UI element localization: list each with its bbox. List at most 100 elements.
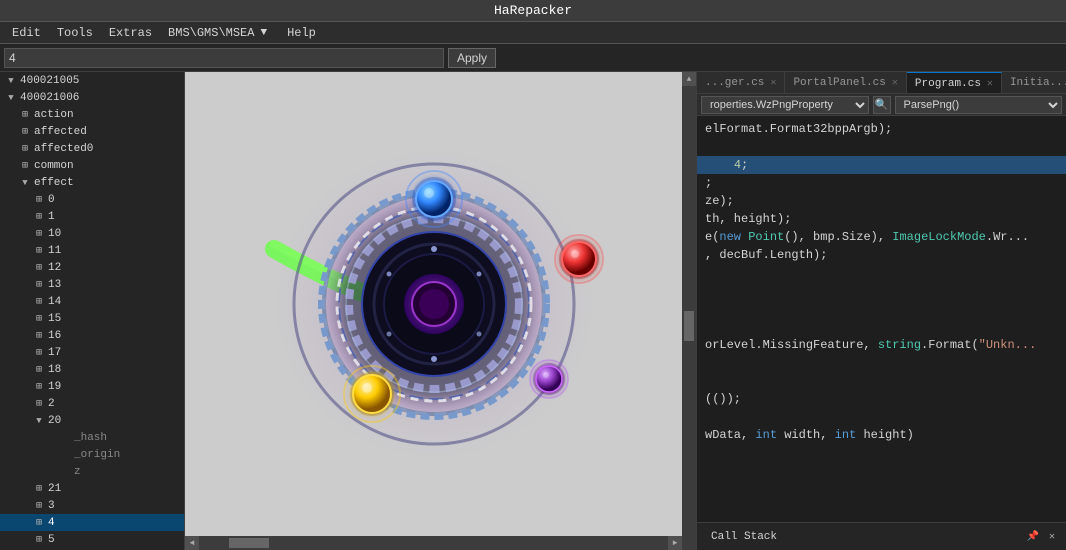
tree-node-_hash[interactable]: _hash — [0, 429, 184, 446]
expander-_origin[interactable] — [46, 448, 60, 462]
expander-affected0[interactable]: ⊞ — [18, 142, 32, 156]
tree-node-z[interactable]: z — [0, 463, 184, 480]
expander-17[interactable]: ⊞ — [32, 346, 46, 360]
tree-label-19: 19 — [48, 381, 61, 393]
expander-10[interactable]: ⊞ — [32, 227, 46, 241]
expander-action[interactable]: ⊞ — [18, 108, 32, 122]
code-line-14 — [697, 372, 1066, 390]
tree-node-21[interactable]: ⊞21 — [0, 480, 184, 497]
tree-node-12[interactable]: ⊞12 — [0, 259, 184, 276]
expander-3[interactable]: ⊞ — [32, 499, 46, 513]
tree-node-13[interactable]: ⊞13 — [0, 276, 184, 293]
pin-button[interactable]: 📌 — [1024, 530, 1042, 544]
tree-node-2[interactable]: ⊞2 — [0, 395, 184, 412]
preview-scrollbar-v[interactable]: ▲ ▼ — [682, 72, 696, 550]
tree-node-1[interactable]: ⊞1 — [0, 208, 184, 225]
menu-edit[interactable]: Edit — [4, 24, 49, 42]
expander-400021006[interactable]: ▼ — [4, 91, 18, 105]
expander-1[interactable]: ⊞ — [32, 210, 46, 224]
tree-node-15[interactable]: ⊞15 — [0, 310, 184, 327]
tree-node-common[interactable]: ⊞common — [0, 157, 184, 174]
tree-label-5: 5 — [48, 534, 55, 546]
scroll-up-btn[interactable]: ▲ — [682, 72, 696, 86]
tree-node-10[interactable]: ⊞10 — [0, 225, 184, 242]
purple-orb — [533, 363, 565, 395]
close-tab-program[interactable]: ✕ — [987, 78, 993, 90]
code-line-17: wData, int width, int height) — [697, 426, 1066, 444]
scroll-thumb-h[interactable] — [229, 538, 269, 548]
bms-dropdown-arrow[interactable]: ▼ — [256, 25, 271, 41]
expander-4[interactable]: ⊞ — [32, 516, 46, 530]
tree-node-18[interactable]: ⊞18 — [0, 361, 184, 378]
tree-label-12: 12 — [48, 262, 61, 274]
expander-common[interactable]: ⊞ — [18, 159, 32, 173]
tree-panel[interactable]: ▼400021005▼400021006⊞action⊞affected⊞aff… — [0, 72, 185, 550]
tree-label-1: 1 — [48, 211, 55, 223]
scroll-thumb-v[interactable] — [684, 311, 694, 341]
expander-0[interactable]: ⊞ — [32, 193, 46, 207]
expander-2[interactable]: ⊞ — [32, 397, 46, 411]
tree-node-5[interactable]: ⊞5 — [0, 531, 184, 548]
method-dropdown[interactable]: ParsePng() — [895, 96, 1063, 114]
tree-node-3[interactable]: ⊞3 — [0, 497, 184, 514]
preview-scrollbar-h[interactable]: ◄ ► — [185, 536, 682, 550]
tree-node-400021005[interactable]: ▼400021005 — [0, 72, 184, 89]
tree-node-4[interactable]: ⊞4 — [0, 514, 184, 531]
code-line-11 — [697, 318, 1066, 336]
tree-label-0: 0 — [48, 194, 55, 206]
expander-14[interactable]: ⊞ — [32, 295, 46, 309]
tab-portal[interactable]: PortalPanel.cs ✕ — [785, 72, 906, 94]
class-dropdown[interactable]: roperties.WzPngProperty — [701, 96, 869, 114]
tree-node-17[interactable]: ⊞17 — [0, 344, 184, 361]
scroll-track-h[interactable] — [199, 536, 668, 550]
menu-bms[interactable]: BMS\GMS\MSEA ▼ — [160, 23, 279, 43]
scroll-track-v[interactable] — [682, 86, 696, 536]
expander-20[interactable]: ▼ — [32, 414, 46, 428]
expander-400021005[interactable]: ▼ — [4, 74, 18, 88]
preview-panel: ▲ ▼ ◄ ► — [185, 72, 696, 550]
expander-5[interactable]: ⊞ — [32, 533, 46, 547]
expander-11[interactable]: ⊞ — [32, 244, 46, 258]
scroll-right-btn[interactable]: ► — [668, 536, 682, 550]
tree-node-effect[interactable]: ▼effect — [0, 174, 184, 191]
tab-ger[interactable]: ...ger.cs ✕ — [697, 72, 785, 94]
close-tab-ger[interactable]: ✕ — [770, 77, 776, 89]
tree-label-16: 16 — [48, 330, 61, 342]
expander-13[interactable]: ⊞ — [32, 278, 46, 292]
expander-affected[interactable]: ⊞ — [18, 125, 32, 139]
expander-21[interactable]: ⊞ — [32, 482, 46, 496]
tree-node-20[interactable]: ▼20 — [0, 412, 184, 429]
tree-node-400021006[interactable]: ▼400021006 — [0, 89, 184, 106]
scroll-left-btn[interactable]: ◄ — [185, 536, 199, 550]
tree-label-affected0: affected0 — [34, 143, 93, 155]
expander-_hash[interactable] — [46, 431, 60, 445]
expander-effect[interactable]: ▼ — [18, 176, 32, 190]
tree-node-0[interactable]: ⊞0 — [0, 191, 184, 208]
expander-z[interactable] — [46, 465, 60, 479]
tree-node-_origin[interactable]: _origin — [0, 446, 184, 463]
tab-initia[interactable]: Initia... — [1002, 72, 1066, 94]
close-tab-portal[interactable]: ✕ — [892, 77, 898, 89]
expander-15[interactable]: ⊞ — [32, 312, 46, 326]
menu-help[interactable]: Help — [279, 24, 324, 42]
tree-node-14[interactable]: ⊞14 — [0, 293, 184, 310]
menu-extras[interactable]: Extras — [101, 24, 160, 42]
expander-16[interactable]: ⊞ — [32, 329, 46, 343]
number-input[interactable] — [4, 48, 444, 68]
expander-19[interactable]: ⊞ — [32, 380, 46, 394]
tree-node-19[interactable]: ⊞19 — [0, 378, 184, 395]
tree-node-11[interactable]: ⊞11 — [0, 242, 184, 259]
close-bottom-btn[interactable]: ✕ — [1046, 530, 1058, 544]
tree-node-affected[interactable]: ⊞affected — [0, 123, 184, 140]
expander-18[interactable]: ⊞ — [32, 363, 46, 377]
expander-12[interactable]: ⊞ — [32, 261, 46, 275]
search-code-btn[interactable]: 🔍 — [873, 96, 891, 114]
menu-tools[interactable]: Tools — [49, 24, 101, 42]
tab-program[interactable]: Program.cs ✕ — [907, 72, 1002, 94]
tree-node-16[interactable]: ⊞16 — [0, 327, 184, 344]
tree-label-z: z — [62, 466, 81, 478]
tree-node-affected0[interactable]: ⊞affected0 — [0, 140, 184, 157]
apply-button[interactable]: Apply — [448, 48, 496, 68]
tree-node-action[interactable]: ⊞action — [0, 106, 184, 123]
call-stack-tab[interactable]: Call Stack — [705, 529, 783, 545]
